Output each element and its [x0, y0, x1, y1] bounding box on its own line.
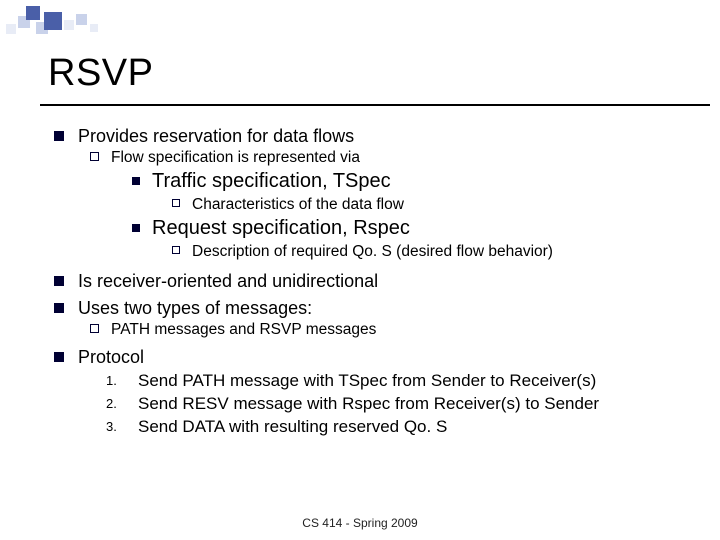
numbered-item: 3. Send DATA with resulting reserved Qo. … — [106, 417, 700, 437]
bullet-text: Characteristics of the data flow — [192, 196, 404, 214]
numbered-item: 2. Send RESV message with Rspec from Rece… — [106, 394, 700, 414]
square-bullet-icon — [132, 177, 140, 185]
bullet-lvl4: Description of required Qo. S (desired f… — [172, 243, 700, 261]
slide: RSVP Provides reservation for data flows… — [0, 0, 720, 540]
bullet-lvl2: Flow specification is represented via — [90, 149, 700, 167]
bullet-text: Uses two types of messages: — [78, 298, 312, 319]
bullet-text: Traffic specification, TSpec — [152, 170, 391, 193]
bullet-lvl3: Traffic specification, TSpec — [132, 170, 700, 193]
numbered-text: Send RESV message with Rspec from Receiv… — [138, 394, 599, 414]
bullet-lvl1: Protocol — [54, 347, 700, 368]
corner-decoration — [6, 6, 126, 42]
square-bullet-icon — [54, 276, 64, 286]
slide-title: RSVP — [48, 52, 153, 95]
square-bullet-icon — [54, 303, 64, 313]
bullet-lvl1: Uses two types of messages: — [54, 298, 700, 319]
number-label: 2. — [106, 396, 128, 411]
bullet-text: Flow specification is represented via — [111, 149, 360, 167]
hollow-square-bullet-icon — [90, 324, 99, 333]
hollow-square-bullet-icon — [90, 152, 99, 161]
square-bullet-icon — [132, 224, 140, 232]
hollow-square-bullet-icon — [172, 199, 180, 207]
footer-text: CS 414 - Spring 2009 — [0, 516, 720, 530]
bullet-text: Provides reservation for data flows — [78, 126, 354, 147]
bullet-lvl4: Characteristics of the data flow — [172, 196, 700, 214]
bullet-lvl1: Provides reservation for data flows — [54, 126, 700, 147]
numbered-item: 1. Send PATH message with TSpec from Send… — [106, 371, 700, 391]
bullet-text: PATH messages and RSVP messages — [111, 321, 376, 339]
bullet-text: Request specification, Rspec — [152, 217, 410, 240]
bullet-lvl2: PATH messages and RSVP messages — [90, 321, 700, 339]
number-label: 3. — [106, 419, 128, 434]
slide-body: Provides reservation for data flows Flow… — [54, 120, 700, 440]
numbered-text: Send PATH message with TSpec from Sender… — [138, 371, 596, 391]
bullet-text: Protocol — [78, 347, 144, 368]
hollow-square-bullet-icon — [172, 246, 180, 254]
square-bullet-icon — [54, 131, 64, 141]
number-label: 1. — [106, 373, 128, 388]
square-bullet-icon — [54, 352, 64, 362]
bullet-lvl3: Request specification, Rspec — [132, 217, 700, 240]
title-underline — [40, 104, 710, 106]
bullet-lvl1: Is receiver-oriented and unidirectional — [54, 271, 700, 292]
bullet-text: Is receiver-oriented and unidirectional — [78, 271, 378, 292]
numbered-text: Send DATA with resulting reserved Qo. S — [138, 417, 447, 437]
bullet-text: Description of required Qo. S (desired f… — [192, 243, 553, 261]
